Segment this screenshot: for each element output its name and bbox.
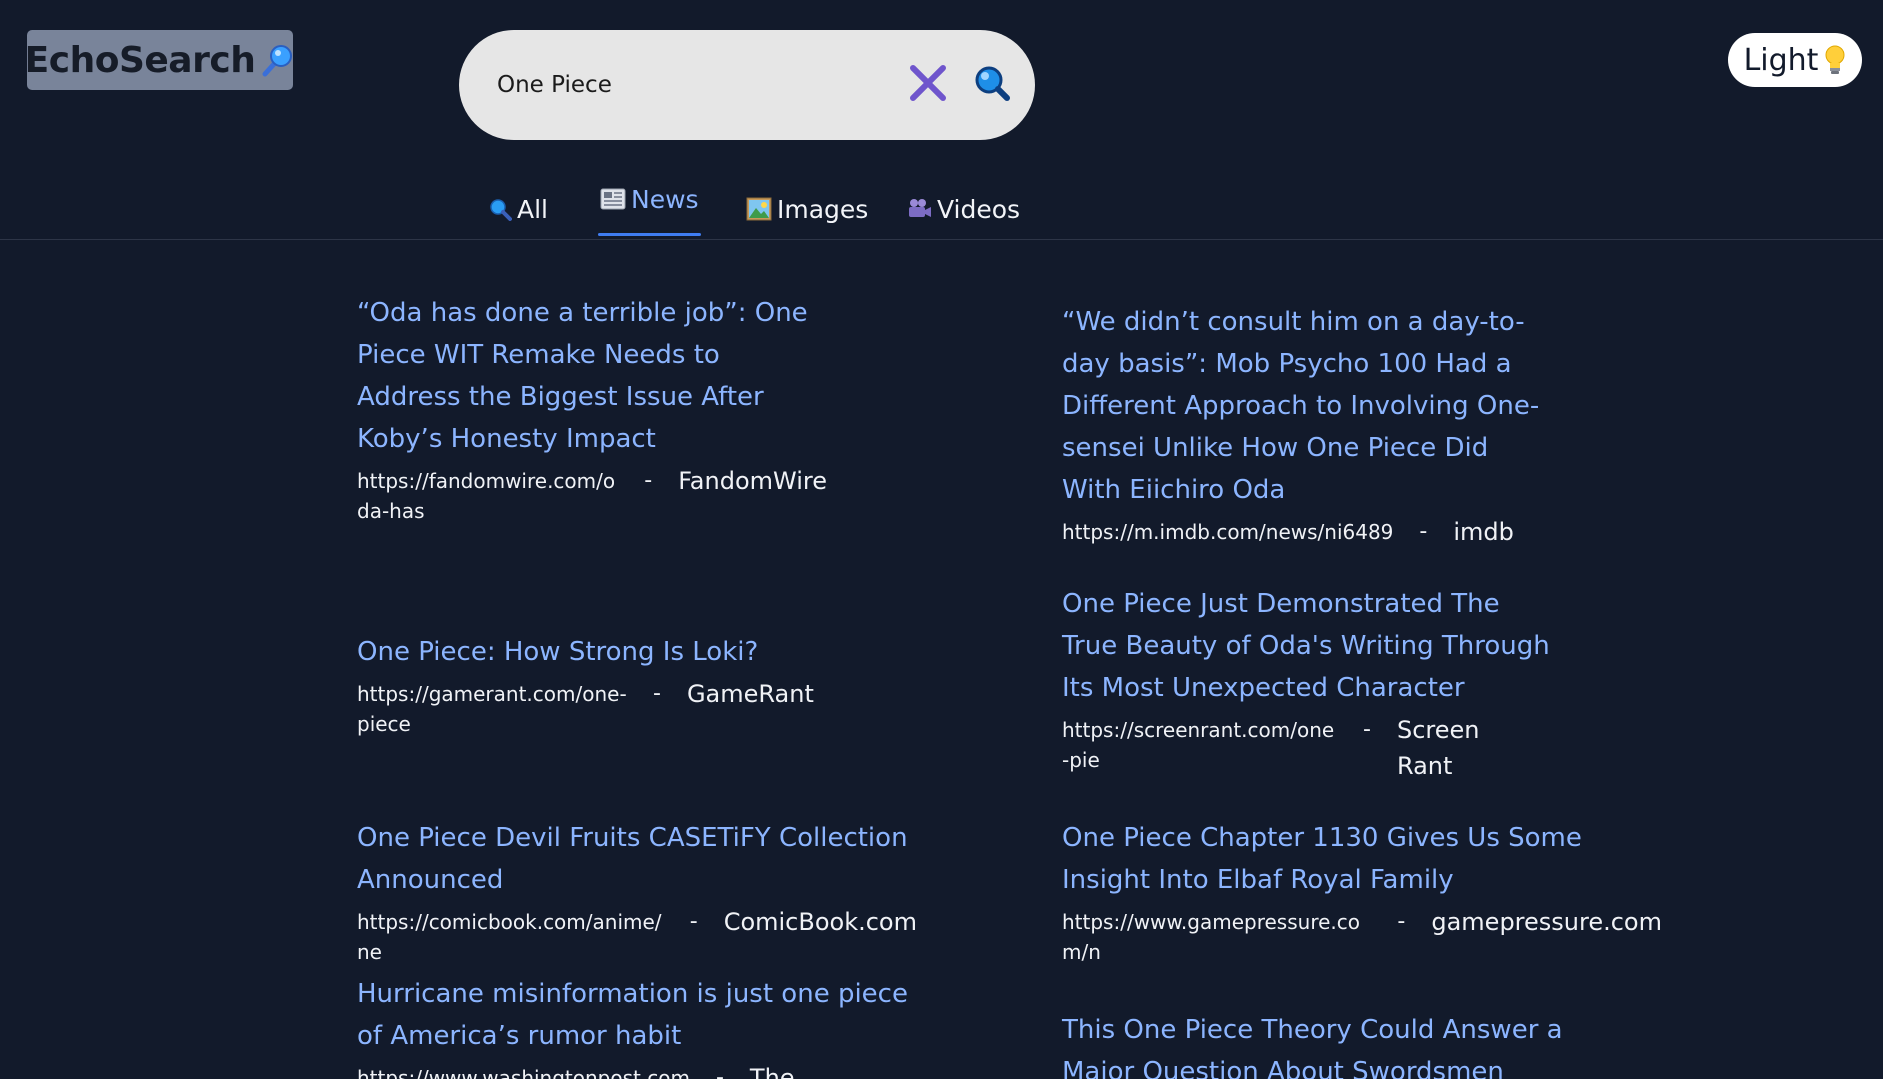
clear-search-button[interactable]: [905, 62, 951, 108]
close-icon: [908, 63, 948, 107]
separator: -: [1363, 717, 1371, 742]
result-title-link[interactable]: One Piece: How Strong Is Loki?: [357, 631, 847, 673]
news-result: This One Piece Theory Could Answer a Maj…: [1062, 1009, 1622, 1079]
result-meta: https://fandomwire.com/oda-has - FandomW…: [357, 466, 827, 526]
result-source: GameRant: [686, 680, 814, 708]
logo-text: EchoSearch: [24, 39, 256, 81]
search-results-page: EchoSearch One Piece Light All News Imag…: [0, 0, 1883, 1079]
search-tabs: All News Images Videos: [0, 170, 1883, 240]
result-source: The: [749, 1064, 795, 1079]
tab-news[interactable]: News: [598, 170, 701, 236]
news-result: One Piece Devil Fruits CASETiFY Collecti…: [357, 817, 917, 967]
result-title-link[interactable]: Hurricane misinformation is just one pie…: [357, 973, 917, 1057]
result-title-link[interactable]: This One Piece Theory Could Answer a Maj…: [1062, 1009, 1622, 1079]
result-title-link[interactable]: “We didn’t consult him on a day-to-day b…: [1062, 301, 1552, 511]
news-result: “Oda has done a terrible job”: One Piece…: [357, 292, 827, 526]
result-meta: https://www.gamepressure.com/n - gamepre…: [1062, 907, 1662, 967]
result-source: ComicBook.com: [723, 908, 917, 936]
search-bar: [459, 30, 1035, 140]
tab-videos[interactable]: Videos: [906, 180, 1020, 238]
news-result: One Piece: How Strong Is Loki? https://g…: [357, 631, 847, 739]
result-title-link[interactable]: One Piece Just Demonstrated The True Bea…: [1062, 583, 1552, 709]
tab-images-label: Images: [777, 194, 869, 224]
separator: -: [653, 681, 661, 706]
tabs-divider: [0, 239, 1883, 240]
theme-toggle-button[interactable]: Light: [1728, 33, 1862, 87]
camera-icon: [906, 197, 932, 221]
result-url[interactable]: https://m.imdb.com/news/ni6489: [1062, 517, 1393, 547]
tab-news-label: News: [631, 184, 699, 214]
result-meta: https://www.washingtonpost.com - The: [357, 1063, 917, 1079]
separator: -: [715, 1065, 724, 1079]
search-submit-button[interactable]: [969, 62, 1015, 108]
news-result: Hurricane misinformation is just one pie…: [357, 973, 917, 1079]
tab-images[interactable]: Images: [746, 180, 868, 238]
newspaper-icon: [600, 188, 626, 210]
separator: -: [644, 468, 653, 493]
result-source: imdb: [1453, 518, 1514, 546]
result-title-link[interactable]: One Piece Chapter 1130 Gives Us Some Ins…: [1062, 817, 1662, 901]
result-meta: https://comicbook.com/anime/ne - ComicBo…: [357, 907, 917, 967]
separator: -: [1419, 519, 1428, 544]
result-url[interactable]: https://www.washingtonpost.com: [357, 1063, 690, 1079]
result-url[interactable]: https://www.gamepressure.com/n: [1062, 907, 1371, 967]
result-meta: https://m.imdb.com/news/ni6489 - imdb: [1062, 517, 1552, 550]
theme-toggle-label: Light: [1743, 42, 1819, 78]
result-url[interactable]: https://comicbook.com/anime/ne: [357, 907, 664, 967]
search-icon: [973, 64, 1011, 106]
magnifier-icon: [488, 197, 512, 221]
search-input[interactable]: [495, 63, 879, 107]
result-meta: https://gamerant.com/one-piece - GameRan…: [357, 679, 847, 739]
result-title-link[interactable]: “Oda has done a terrible job”: One Piece…: [357, 292, 827, 460]
result-source: FandomWire: [678, 467, 827, 495]
news-result: One Piece Just Demonstrated The True Bea…: [1062, 583, 1552, 784]
news-result: One Piece Chapter 1130 Gives Us Some Ins…: [1062, 817, 1662, 967]
tab-videos-label: Videos: [937, 194, 1021, 224]
result-source: Screen Rant: [1396, 716, 1480, 780]
logo[interactable]: EchoSearch: [24, 30, 295, 90]
magnifier-icon: [261, 43, 295, 77]
tab-all[interactable]: All: [488, 180, 548, 238]
result-url[interactable]: https://fandomwire.com/oda-has: [357, 466, 618, 526]
picture-icon: [746, 197, 772, 221]
tab-all-label: All: [517, 194, 548, 224]
news-result: “We didn’t consult him on a day-to-day b…: [1062, 301, 1552, 550]
result-meta: https://screenrant.com/one-pie - Screen …: [1062, 715, 1552, 784]
separator: -: [689, 909, 698, 934]
lightbulb-icon: [1824, 45, 1846, 75]
separator: -: [1397, 909, 1406, 934]
result-url[interactable]: https://gamerant.com/one-piece: [357, 679, 627, 739]
result-title-link[interactable]: One Piece Devil Fruits CASETiFY Collecti…: [357, 817, 917, 901]
result-source: gamepressure.com: [1431, 908, 1662, 936]
result-url[interactable]: https://screenrant.com/one-pie: [1062, 715, 1337, 775]
